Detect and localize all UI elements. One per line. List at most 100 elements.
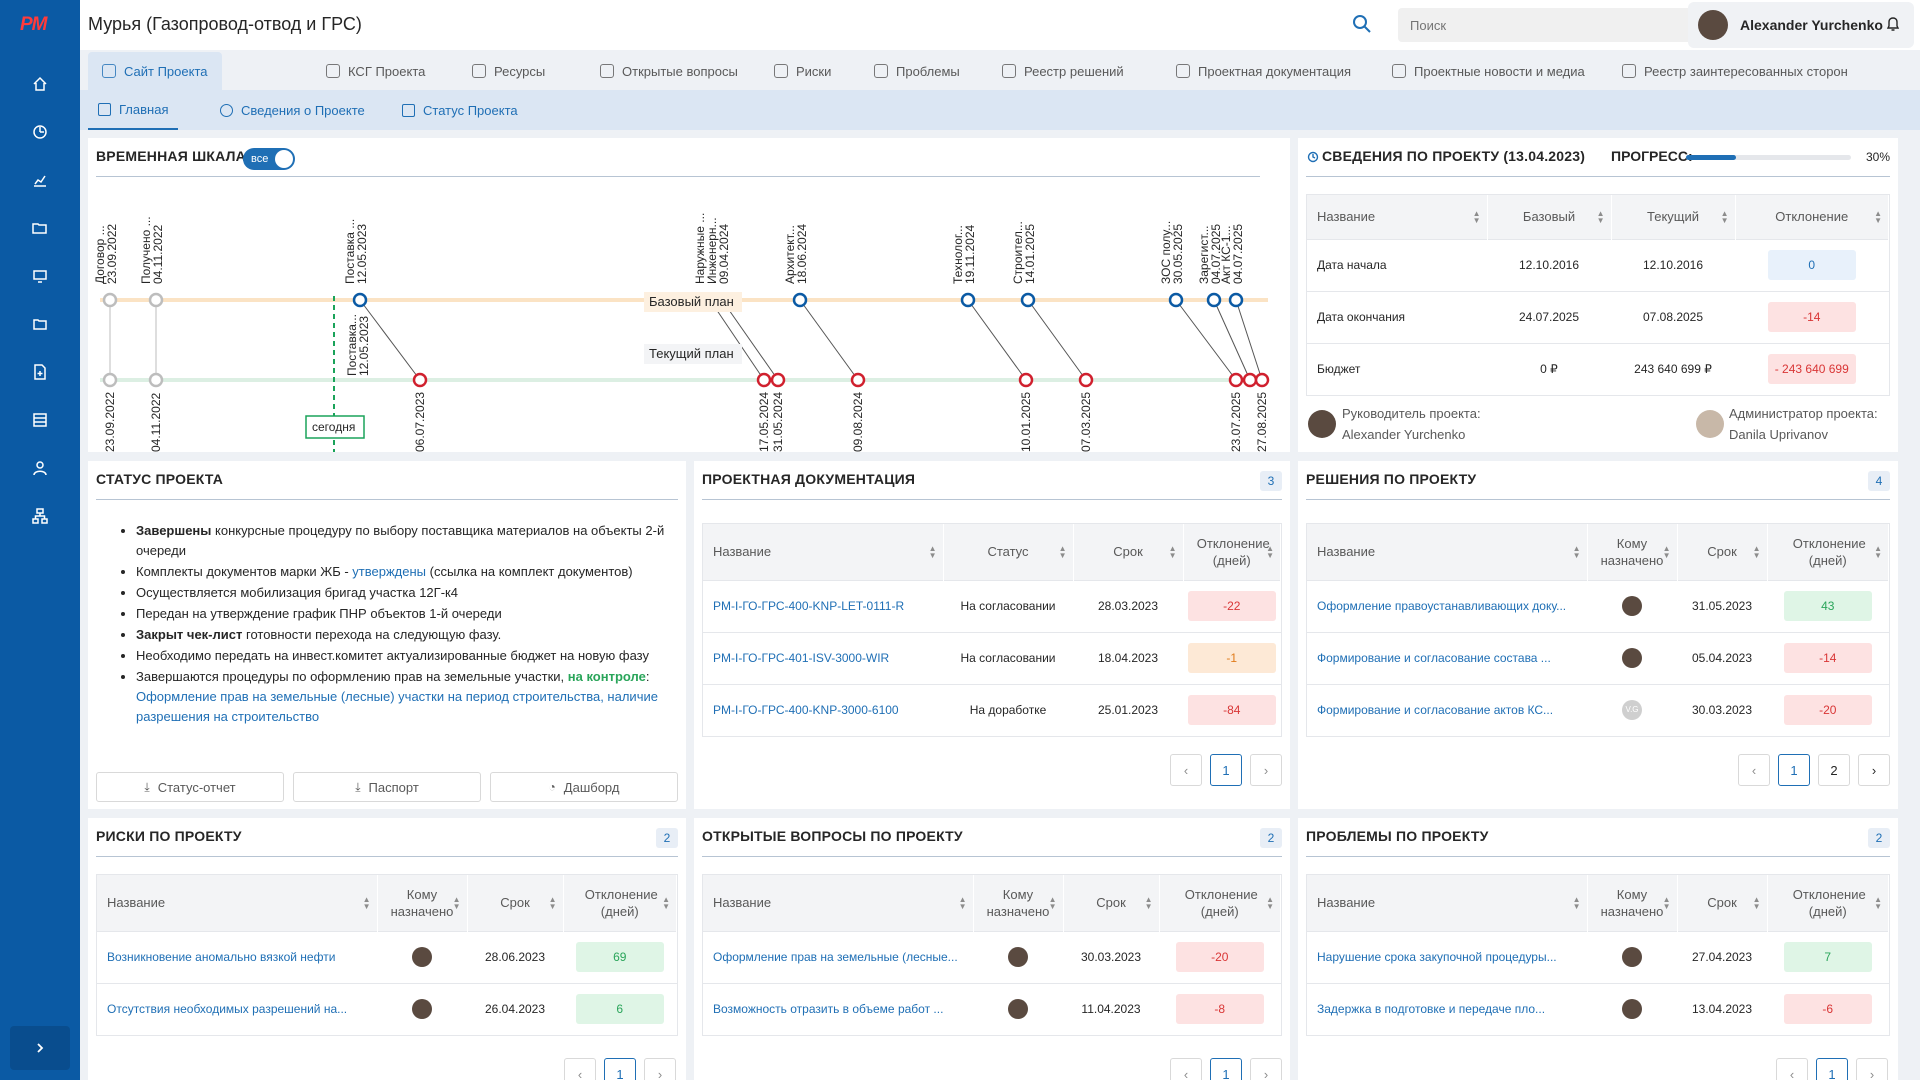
sort-icon[interactable]: ▲ ▼ <box>1663 895 1671 910</box>
search-input[interactable] <box>1398 8 1704 42</box>
page-button[interactable]: 1 <box>1778 754 1810 786</box>
timeline-toggle[interactable]: все <box>243 148 295 170</box>
sidebar-home[interactable] <box>0 60 80 108</box>
status-button-2[interactable]: ◔ Дашборд <box>490 772 678 802</box>
subtab-0[interactable]: Главная <box>88 90 179 130</box>
sort-icon[interactable]: ▲ ▼ <box>1874 209 1882 224</box>
sort-icon[interactable]: ▲ ▼ <box>1473 209 1481 224</box>
row-link[interactable]: Формирование и согласование актов КС... <box>1317 703 1553 717</box>
sort-icon[interactable]: ▲ ▼ <box>1059 544 1067 559</box>
avatar[interactable] <box>1008 947 1028 967</box>
row-link[interactable]: Отсутствия необходимых разрешений на... <box>107 1002 347 1016</box>
column-header[interactable]: Отклонение (дней) ▲ ▼ <box>1767 875 1889 931</box>
sort-icon[interactable]: ▲ ▼ <box>1266 544 1274 559</box>
sidebar-charts[interactable] <box>0 156 80 204</box>
page-button[interactable]: 1 <box>1816 1058 1848 1080</box>
avatar[interactable] <box>412 947 432 967</box>
column-header[interactable]: Статус ▲ ▼ <box>943 524 1074 580</box>
column-header[interactable]: Кому назначено ▲ ▼ <box>973 875 1064 931</box>
tab-4[interactable]: Риски <box>760 52 845 90</box>
column-header[interactable]: Срок ▲ ▼ <box>1677 875 1768 931</box>
sort-icon[interactable]: ▲ ▼ <box>1049 895 1057 910</box>
sort-icon[interactable]: ▲ ▼ <box>1573 895 1581 910</box>
page-button[interactable]: 1 <box>604 1058 636 1080</box>
sort-icon[interactable]: ▲ ▼ <box>1266 895 1274 910</box>
sort-icon[interactable]: ▲ ▼ <box>1169 544 1177 559</box>
row-link[interactable]: Оформление правоустанавливающих доку... <box>1317 599 1566 613</box>
tab-2[interactable]: Ресурсы <box>458 52 559 90</box>
row-link[interactable]: PM-I-ГО-ГРС-400-KNP-3000-6100 <box>713 703 899 717</box>
column-header[interactable]: Название ▲ ▼ <box>97 875 378 931</box>
avatar[interactable]: V.G <box>1622 700 1642 721</box>
status-link[interactable]: утверждены <box>352 564 426 579</box>
page-button[interactable]: 2 <box>1818 754 1850 786</box>
sort-icon[interactable]: ▲ ▼ <box>959 895 967 910</box>
column-header[interactable]: Название ▲ ▼ <box>1307 875 1588 931</box>
column-header[interactable]: Срок ▲ ▼ <box>1063 875 1160 931</box>
avatar[interactable] <box>1622 596 1642 616</box>
column-header[interactable]: Название ▲ ▼ <box>1307 524 1588 580</box>
sidebar-folder-open[interactable] <box>0 204 80 252</box>
subtab-2[interactable]: Статус Проекта <box>392 90 528 130</box>
sort-icon[interactable]: ▲ ▼ <box>662 895 670 910</box>
column-header[interactable]: Текущий ▲ ▼ <box>1611 195 1736 239</box>
row-link[interactable]: PM-I-ГО-ГРС-400-KNP-LET-0111-R <box>713 599 904 613</box>
avatar[interactable] <box>1008 999 1028 1020</box>
row-link[interactable]: Возможность отразить в объеме работ ... <box>713 1002 943 1016</box>
prev-page-button[interactable]: ‹ <box>1738 754 1770 786</box>
row-link[interactable]: Задержка в подготовке и передаче пло... <box>1317 1002 1545 1016</box>
avatar[interactable] <box>1622 947 1642 967</box>
avatar[interactable] <box>1622 999 1642 1020</box>
row-link[interactable]: Возникновение аномально вязкой нефти <box>107 950 335 964</box>
column-header[interactable]: Отклонение (дней) ▲ ▼ <box>1159 875 1281 931</box>
page-button[interactable]: 1 <box>1210 1058 1242 1080</box>
sort-icon[interactable]: ▲ ▼ <box>1721 209 1729 224</box>
tab-8[interactable]: Проектные новости и медиа <box>1378 52 1599 90</box>
next-page-button[interactable]: › <box>1250 1058 1282 1080</box>
sort-icon[interactable]: ▲ ▼ <box>1753 544 1761 559</box>
sidebar-list[interactable] <box>0 396 80 444</box>
subtab-1[interactable]: Сведения о Проекте <box>210 90 375 130</box>
tab-7[interactable]: Проектная документация <box>1162 52 1365 90</box>
sort-icon[interactable]: ▲ ▼ <box>1753 895 1761 910</box>
sort-icon[interactable]: ▲ ▼ <box>1663 544 1671 559</box>
prev-page-button[interactable]: ‹ <box>564 1058 596 1080</box>
row-link[interactable]: Оформление прав на земельные (лесные... <box>713 950 958 964</box>
prev-page-button[interactable]: ‹ <box>1776 1058 1808 1080</box>
column-header[interactable]: Кому назначено ▲ ▼ <box>1587 875 1678 931</box>
avatar[interactable] <box>412 999 432 1020</box>
column-header[interactable]: Отклонение ▲ ▼ <box>1735 195 1889 239</box>
column-header[interactable]: Кому назначено ▲ ▼ <box>377 875 468 931</box>
prev-page-button[interactable]: ‹ <box>1170 1058 1202 1080</box>
next-page-button[interactable]: › <box>1858 754 1890 786</box>
column-header[interactable]: Название ▲ ▼ <box>703 875 974 931</box>
tab-9[interactable]: Реестр заинтересованных сторон <box>1608 52 1862 90</box>
status-link[interactable]: Оформление прав на земельные (лесные) уч… <box>136 689 658 724</box>
column-header[interactable]: Отклонение (дней) ▲ ▼ <box>1767 524 1889 580</box>
column-header[interactable]: Срок ▲ ▼ <box>1073 524 1184 580</box>
sort-icon[interactable]: ▲ ▼ <box>1597 209 1605 224</box>
next-page-button[interactable]: › <box>1250 754 1282 786</box>
column-header[interactable]: Базовый ▲ ▼ <box>1487 195 1612 239</box>
sidebar-monitor[interactable] <box>0 252 80 300</box>
row-link[interactable]: Формирование и согласование состава ... <box>1317 651 1551 665</box>
prev-page-button[interactable]: ‹ <box>1170 754 1202 786</box>
sort-icon[interactable]: ▲ ▼ <box>549 895 557 910</box>
user-menu[interactable]: Alexander Yurchenko <box>1688 2 1914 48</box>
sort-icon[interactable]: ▲ ▼ <box>363 895 371 910</box>
bell-icon[interactable] <box>1886 16 1900 32</box>
column-header[interactable]: Отклонение (дней) ▲ ▼ <box>1183 524 1281 580</box>
sort-icon[interactable]: ▲ ▼ <box>1874 544 1882 559</box>
sort-icon[interactable]: ▲ ▼ <box>453 895 461 910</box>
sort-icon[interactable]: ▲ ▼ <box>929 544 937 559</box>
row-link[interactable]: Нарушение срока закупочной процедуры... <box>1317 950 1557 964</box>
status-button-0[interactable]: ⤓ Статус-отчет <box>96 772 284 802</box>
tab-5[interactable]: Проблемы <box>860 52 974 90</box>
avatar[interactable] <box>1622 648 1642 668</box>
tab-3[interactable]: Открытые вопросы <box>586 52 752 90</box>
column-header[interactable]: Название ▲ ▼ <box>703 524 944 580</box>
row-link[interactable]: PM-I-ГО-ГРС-401-ISV-3000-WIR <box>713 651 889 665</box>
next-page-button[interactable]: › <box>644 1058 676 1080</box>
sidebar-file-add[interactable] <box>0 348 80 396</box>
column-header[interactable]: Срок ▲ ▼ <box>1677 524 1768 580</box>
